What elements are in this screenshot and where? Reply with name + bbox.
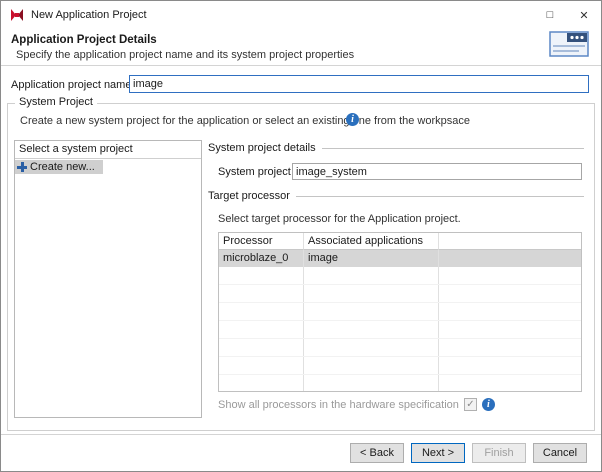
- page-title: Application Project Details: [11, 34, 157, 46]
- cell-associated-applications: image: [304, 250, 439, 267]
- wizard-banner-icon: [549, 29, 589, 62]
- table-row-empty: [219, 321, 581, 339]
- finish-button[interactable]: Finish: [472, 443, 526, 463]
- table-row-empty: [219, 303, 581, 321]
- back-button[interactable]: < Back: [350, 443, 404, 463]
- processor-table: Processor Associated applications microb…: [218, 232, 582, 392]
- column-header-blank: [439, 233, 581, 250]
- close-button[interactable]: ✕: [567, 1, 601, 29]
- table-row-empty: [219, 339, 581, 357]
- table-row[interactable]: microblaze_0 image: [219, 250, 581, 267]
- section-rule: [322, 148, 584, 149]
- show-all-processors-label: Show all processors in the hardware spec…: [218, 399, 459, 411]
- footer-buttons: < Back Next > Finish Cancel: [350, 443, 587, 463]
- target-section-header: Target processor: [208, 190, 584, 202]
- system-name-input[interactable]: [292, 163, 582, 180]
- details-header-label: System project details: [208, 142, 316, 154]
- group-label: System Project: [15, 96, 97, 108]
- plus-icon: [17, 162, 27, 172]
- system-project-details-panel: System project details System project na…: [208, 140, 584, 420]
- group-description: Create a new system project for the appl…: [20, 115, 470, 127]
- table-row-empty: [219, 375, 581, 392]
- system-project-list: Select a system project Create new...: [14, 140, 202, 418]
- list-header: Select a system project: [15, 141, 201, 159]
- app-logo-icon: [10, 8, 24, 22]
- maximize-button[interactable]: □: [533, 1, 567, 29]
- list-item-create-new[interactable]: Create new...: [15, 160, 103, 174]
- show-all-processors-row: Show all processors in the hardware spec…: [218, 398, 495, 411]
- header-separator: [1, 65, 601, 66]
- cell-processor: microblaze_0: [219, 250, 304, 267]
- section-rule: [296, 196, 584, 197]
- page-subtitle: Specify the application project name and…: [16, 49, 354, 61]
- column-header-associated-applications[interactable]: Associated applications: [304, 233, 439, 250]
- show-all-processors-checkbox[interactable]: ✓: [464, 398, 477, 411]
- window-title: New Application Project: [31, 9, 147, 21]
- table-header-row: Processor Associated applications: [219, 233, 581, 250]
- table-row-empty: [219, 285, 581, 303]
- system-project-group: Create a new system project for the appl…: [7, 103, 595, 431]
- column-header-processor[interactable]: Processor: [219, 233, 304, 250]
- titlebar: New Application Project □ ✕: [1, 1, 601, 29]
- next-button[interactable]: Next >: [411, 443, 465, 463]
- info-icon[interactable]: i: [346, 113, 359, 126]
- new-application-project-dialog: New Application Project □ ✕ Application …: [0, 0, 602, 472]
- cell-blank: [439, 250, 581, 267]
- footer-separator: [1, 434, 601, 435]
- table-row-empty: [219, 267, 581, 285]
- create-new-label: Create new...: [30, 161, 95, 173]
- window-controls: □ ✕: [533, 1, 601, 29]
- details-section-header: System project details: [208, 142, 584, 154]
- cancel-button[interactable]: Cancel: [533, 443, 587, 463]
- app-name-input[interactable]: [129, 75, 589, 93]
- app-name-label: Application project name:: [11, 79, 135, 91]
- target-description: Select target processor for the Applicat…: [218, 213, 461, 225]
- target-header-label: Target processor: [208, 190, 290, 202]
- table-row-empty: [219, 357, 581, 375]
- info-icon[interactable]: i: [482, 398, 495, 411]
